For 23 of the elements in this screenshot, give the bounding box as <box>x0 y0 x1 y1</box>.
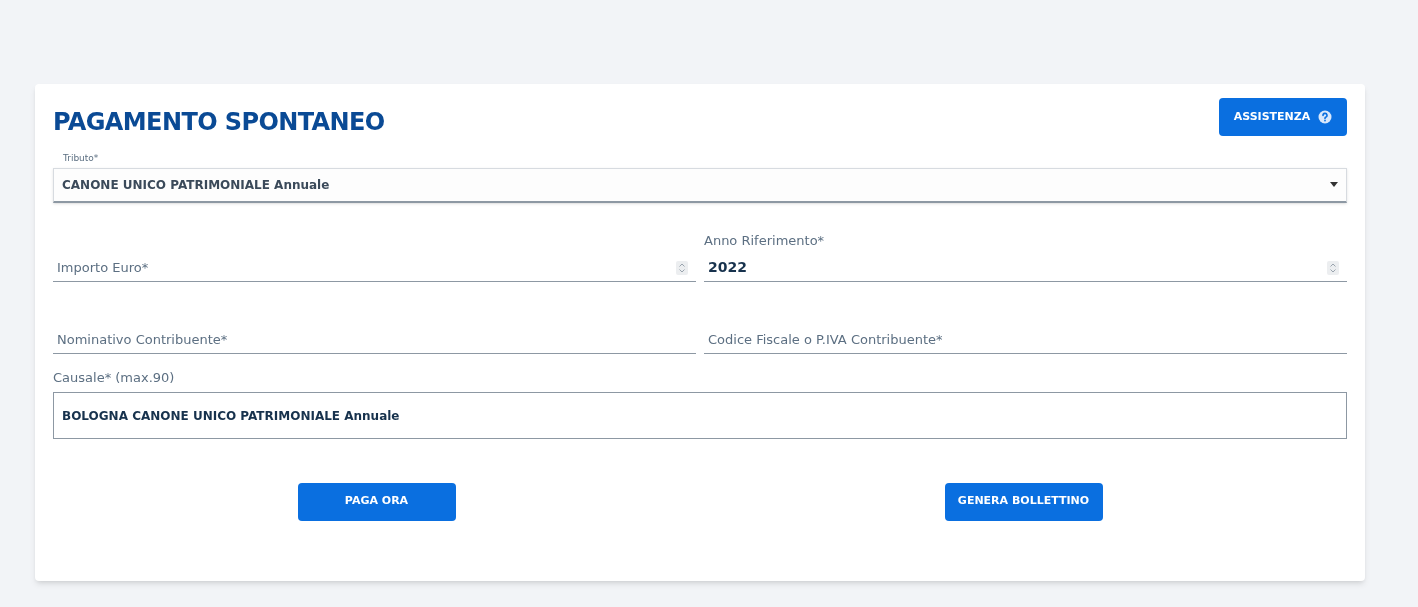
field-label: Anno Riferimento* <box>704 231 825 250</box>
number-field[interactable]: Importo Euro* <box>53 254 696 282</box>
caret-icon <box>1330 182 1338 187</box>
spinner-icon[interactable] <box>1327 260 1339 275</box>
page-title: PAGAMENTO SPONTANEO <box>53 107 385 138</box>
select-value: CANONE UNICO PATRIMONIALE Annuale <box>62 176 330 194</box>
action-button[interactable]: PAGA ORA <box>297 482 456 521</box>
field-placeholder: Codice Fiscale o P.IVA Contribuente* <box>708 330 943 349</box>
field-value: 2022 <box>708 258 747 277</box>
select-field[interactable]: CANONE UNICO PATRIMONIALE Annuale <box>53 167 1347 203</box>
textarea-value: BOLOGNA CANONE UNICO PATRIMONIALE Annuale <box>62 408 400 423</box>
field-placeholder: Importo Euro* <box>57 258 149 277</box>
field-label: Causale* (max.90) <box>53 369 175 387</box>
field-label: Tributo* <box>63 152 99 165</box>
help-button[interactable]: ASSISTENZA <box>1219 98 1347 136</box>
action-button[interactable]: GENERA BOLLETTINO <box>944 482 1103 521</box>
field-placeholder: Nominativo Contribuente* <box>57 330 228 349</box>
number-field[interactable]: 2022 <box>704 254 1347 282</box>
input-field[interactable]: Nominativo Contribuente* <box>53 326 696 354</box>
question-icon <box>1318 110 1333 124</box>
spinner-icon[interactable] <box>676 260 688 275</box>
textarea-field[interactable]: BOLOGNA CANONE UNICO PATRIMONIALE Annuale <box>53 391 1347 439</box>
input-field[interactable]: Codice Fiscale o P.IVA Contribuente* <box>704 326 1347 354</box>
